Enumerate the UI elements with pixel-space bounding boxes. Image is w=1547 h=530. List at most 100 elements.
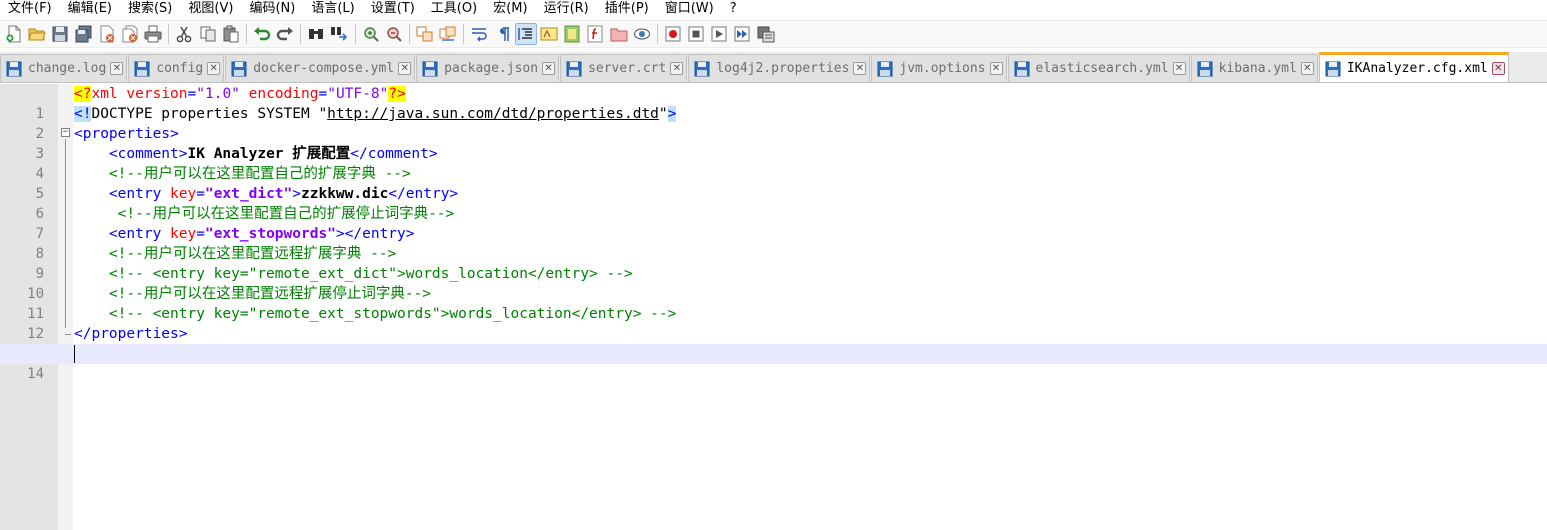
menu-file[interactable]: 文件(F) [0, 0, 60, 18]
tab-elasticsearch-yml[interactable]: elasticsearch.yml ✕ [1007, 54, 1190, 82]
cut-icon[interactable] [173, 23, 195, 45]
menu-run[interactable]: 运行(R) [536, 0, 597, 18]
line-content: <properties> [74, 126, 179, 142]
code-line: 12 <!-- <entry key="remote_ext_stopwords… [0, 304, 1547, 342]
toolbar-separator [656, 24, 658, 44]
zoom-in-icon[interactable] [360, 23, 382, 45]
close-all-icon[interactable] [119, 23, 141, 45]
tab-log4j2-properties[interactable]: log4j2.properties ✕ [688, 54, 871, 82]
tab-close-icon[interactable]: ✕ [989, 62, 1003, 75]
tab-label: elasticsearch.yml [1035, 61, 1169, 76]
tab-change-log[interactable]: change.log ✕ [0, 54, 128, 82]
redo-icon[interactable] [274, 23, 296, 45]
menu-bar: 文件(F) 编辑(E) 搜索(S) 视图(V) 编码(N) 语言(L) 设置(T… [0, 0, 1547, 18]
tab-kibana-yml[interactable]: kibana.yml ✕ [1190, 54, 1318, 82]
folder-workspace-icon[interactable] [608, 23, 630, 45]
code-line: 6 <entry key="ext_dict">zzkkww.dic</entr… [0, 184, 1547, 222]
line-content: <entry key="ext_dict">zzkkww.dic</entry> [108, 186, 459, 202]
function-list-icon[interactable] [584, 23, 606, 45]
saved-file-icon [1014, 61, 1029, 76]
zoom-out-icon[interactable] [383, 23, 405, 45]
line-content: <!DOCTYPE properties SYSTEM "http://java… [74, 106, 677, 122]
open-file-icon[interactable] [26, 23, 48, 45]
line-number: 14 [27, 366, 44, 382]
tab-server-crt[interactable]: server.crt ✕ [560, 54, 688, 82]
fold-toggle-icon[interactable]: − [61, 128, 70, 137]
tab-close-icon[interactable]: ✕ [670, 62, 684, 75]
play-macro-icon[interactable] [708, 23, 730, 45]
menu-search[interactable]: 搜索(S) [120, 0, 180, 18]
saved-file-icon [877, 61, 893, 76]
toolbar [0, 20, 1547, 48]
tab-close-icon[interactable]: ✕ [398, 62, 412, 75]
line-content: <!--用户可以在这里配置远程扩展停止词字典--> [108, 286, 432, 302]
menu-language[interactable]: 语言(L) [303, 0, 362, 18]
monitoring-icon[interactable] [631, 23, 653, 45]
stop-record-icon[interactable] [685, 23, 707, 45]
doc-map-icon[interactable] [561, 23, 583, 45]
menu-tools[interactable]: 工具(O) [423, 0, 485, 18]
sync-vertical-icon[interactable] [414, 23, 436, 45]
run-macro-multiple-icon[interactable] [731, 23, 753, 45]
tab-close-icon[interactable]: ✕ [207, 62, 221, 75]
tab-docker-compose[interactable]: docker-compose.yml ✕ [225, 54, 416, 82]
code-line: 11 <!--用户可以在这里配置远程扩展停止词字典--> [0, 284, 1547, 322]
tab-config[interactable]: config ✕ [128, 54, 225, 82]
tab-ikanalyzer-cfg-xml[interactable]: IKAnalyzer.cfg.xml ✕ [1318, 52, 1509, 82]
undo-icon[interactable] [251, 23, 273, 45]
save-all-icon[interactable] [73, 23, 95, 45]
tab-close-icon[interactable]: ✕ [853, 62, 867, 75]
line-content: <!--用户可以在这里配置远程扩展字典 --> [108, 246, 397, 262]
replace-icon[interactable] [328, 23, 350, 45]
find-icon[interactable] [305, 23, 327, 45]
menu-plugins[interactable]: 插件(P) [597, 0, 657, 18]
menu-encoding[interactable]: 编码(N) [241, 0, 303, 18]
show-all-chars-icon[interactable] [492, 23, 514, 45]
save-macro-icon[interactable] [755, 23, 777, 45]
user-language-icon[interactable] [538, 23, 560, 45]
code-line: 7 <!--用户可以在这里配置自己的扩展停止词字典--> [0, 204, 1547, 242]
sync-horizontal-icon[interactable] [437, 23, 459, 45]
line-content [74, 344, 75, 364]
toolbar-separator [245, 24, 247, 44]
tab-close-icon[interactable]: ✕ [1491, 62, 1505, 75]
tab-close-icon[interactable]: ✕ [1172, 62, 1186, 75]
tab-close-icon[interactable]: ✕ [110, 62, 124, 75]
save-icon[interactable] [49, 23, 71, 45]
menu-settings[interactable]: 设置(T) [363, 0, 423, 18]
text-caret [74, 345, 75, 363]
menu-view[interactable]: 视图(V) [180, 0, 241, 18]
print-icon[interactable] [142, 23, 164, 45]
code-line: 8 <entry key="ext_stopwords"></entry> [0, 224, 1547, 262]
tab-package-json[interactable]: package.json ✕ [416, 54, 560, 82]
copy-icon[interactable] [197, 23, 219, 45]
indent-guide-icon[interactable] [514, 23, 537, 45]
new-file-icon[interactable] [3, 23, 25, 45]
tab-label: package.json [444, 61, 539, 76]
tab-label: config [156, 61, 204, 76]
dtd-link[interactable]: http://java.sun.com/dtd/properties.dtd [327, 106, 659, 122]
menu-edit[interactable]: 编辑(E) [60, 0, 120, 18]
line-content: <!--用户可以在这里配置自己的扩展停止词字典--> [117, 206, 455, 222]
paste-icon[interactable] [220, 23, 242, 45]
document-tab-bar: change.log ✕ config ✕ docker-compose.yml… [0, 52, 1547, 83]
close-icon[interactable] [96, 23, 118, 45]
line-content: </properties> [74, 326, 188, 342]
word-wrap-icon[interactable] [468, 23, 490, 45]
saved-file-icon [231, 61, 247, 76]
menu-macro[interactable]: 宏(M) [485, 0, 535, 18]
tab-close-icon[interactable]: ✕ [542, 62, 556, 75]
toolbar-separator [300, 24, 302, 44]
menu-help[interactable]: ? [722, 0, 745, 18]
record-macro-icon[interactable] [662, 23, 684, 45]
code-editor[interactable]: 1 <?xml version="1.0" encoding="UTF-8"?>… [0, 84, 1547, 530]
tab-label: kibana.yml [1218, 61, 1297, 76]
menu-window[interactable]: 窗口(W) [657, 0, 722, 18]
saved-file-icon [422, 61, 438, 76]
tab-label: jvm.options [899, 61, 986, 76]
code-line-current[interactable]: 14 [0, 344, 1547, 382]
code-line: 5 <!--用户可以在这里配置自己的扩展字典 --> [0, 164, 1547, 202]
tab-jvm-options[interactable]: jvm.options ✕ [871, 54, 1007, 82]
toolbar-separator [463, 24, 465, 44]
tab-close-icon[interactable]: ✕ [1300, 62, 1314, 75]
